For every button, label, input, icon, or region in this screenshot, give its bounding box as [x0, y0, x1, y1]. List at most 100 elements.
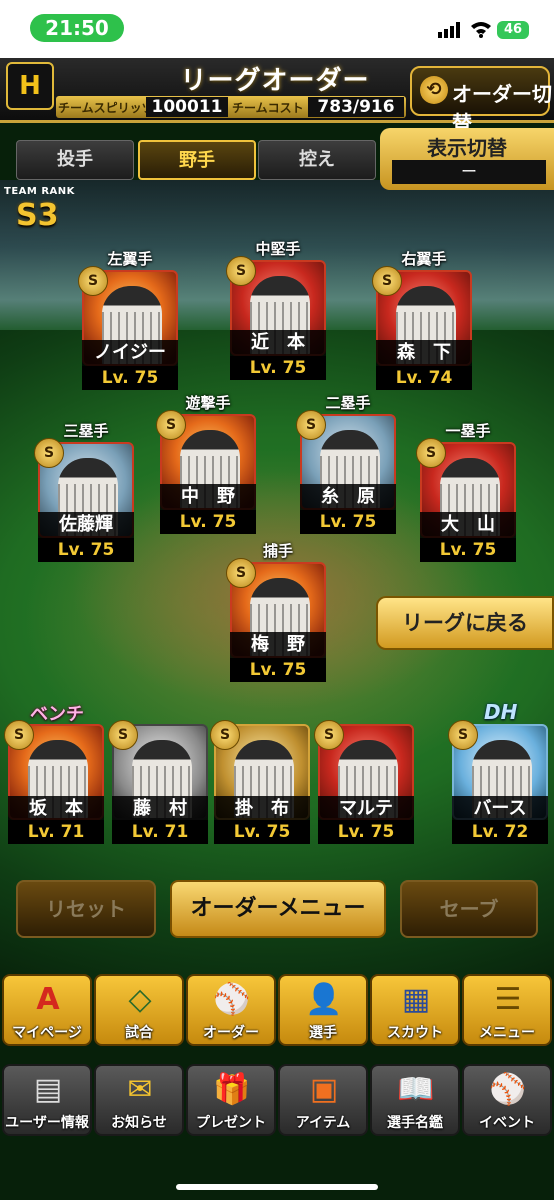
player-level: Lv. 74 [376, 366, 472, 390]
player-directory-icon: 📖 [397, 1072, 435, 1107]
player-name: 坂 本 [8, 796, 104, 822]
nav-scout[interactable]: ▦ スカウト [370, 974, 460, 1046]
rank-badge-icon: S [448, 720, 478, 750]
rank-badge-icon: S [372, 266, 402, 296]
nav-label: プレゼント [196, 1115, 266, 1131]
nav-label: 試合 [125, 1025, 153, 1041]
player-card-catcher[interactable]: 捕手 S 梅 野 Lv. 75 [226, 540, 326, 682]
user-info-icon: ▤ [33, 1072, 63, 1107]
bench-card[interactable]: S 藤 村 Lv. 71 [108, 720, 208, 844]
player-card-third-base[interactable]: 三塁手 S 佐藤輝 Lv. 75 [34, 420, 134, 562]
player-level: Lv. 71 [8, 820, 104, 844]
team-spirit-value: 100011 [146, 97, 228, 117]
nav-label: 選手名鑑 [387, 1115, 443, 1131]
nav-player-directory[interactable]: 📖 選手名鑑 [370, 1064, 460, 1136]
clock: 21:50 [30, 14, 124, 42]
scout-card-icon: ▦ [401, 982, 431, 1017]
nav-items[interactable]: ▣ アイテム [278, 1064, 368, 1136]
player-card-right-field[interactable]: 右翼手 S 森 下 Lv. 74 [372, 248, 472, 390]
menu-icon: ☰ [494, 982, 522, 1017]
nav-label: イベント [479, 1115, 535, 1131]
player-name: 中 野 [160, 484, 256, 510]
news-icon: ✉ [127, 1072, 153, 1107]
nav-match[interactable]: ◇ 試合 [94, 974, 184, 1046]
player-level: Lv. 71 [112, 820, 208, 844]
player-card-first-base[interactable]: 一塁手 S 大 山 Lv. 75 [416, 420, 516, 562]
nav-user-info[interactable]: ▤ ユーザー情報 [2, 1064, 92, 1136]
switch-arrows-icon: ⟲ [420, 76, 448, 104]
player-name: 糸 原 [300, 484, 396, 510]
nav-order[interactable]: ⚾ オーダー [186, 974, 276, 1046]
nav-label: マイページ [12, 1025, 82, 1041]
player-level: Lv. 75 [230, 658, 326, 682]
nav-players[interactable]: 👤 選手 [278, 974, 368, 1046]
order-menu-button[interactable]: オーダーメニュー [170, 880, 386, 938]
player-card-center-field[interactable]: 中堅手 S 近 本 Lv. 75 [226, 238, 326, 380]
wifi-icon [471, 22, 491, 38]
team-cost-label: チームコスト [232, 101, 304, 115]
rank-badge-icon: S [108, 720, 138, 750]
team-spirit-label: チームスピリッツ [58, 101, 154, 115]
reset-button[interactable]: リセット [16, 880, 156, 938]
rank-badge-icon: S [416, 438, 446, 468]
player-name: 近 本 [230, 330, 326, 356]
rank-badge-icon: S [78, 266, 108, 296]
view-switch-label: 表示切替 [427, 136, 507, 160]
back-to-league-button[interactable]: リーグに戻る [376, 596, 554, 650]
player-level: Lv. 75 [82, 366, 178, 390]
player-name: 掛 布 [214, 796, 310, 822]
nav-label: お知らせ [111, 1115, 167, 1131]
tab-pitcher[interactable]: 投手 [16, 140, 134, 180]
home-indicator[interactable] [176, 1184, 378, 1190]
player-card-second-base[interactable]: 二塁手 S 糸 原 Lv. 75 [296, 392, 396, 534]
item-icon: ▣ [309, 1072, 339, 1107]
team-rank-label: TEAM RANK [4, 186, 75, 197]
team-logo-icon: H [6, 62, 54, 110]
rank-badge-icon: S [296, 410, 326, 440]
match-field-icon: ◇ [128, 982, 152, 1017]
rank-badge-icon: S [314, 720, 344, 750]
tab-reserve[interactable]: 控え [258, 140, 376, 180]
nav-my-page[interactable]: A マイページ [2, 974, 92, 1046]
player-name: 大 山 [420, 512, 516, 538]
save-button[interactable]: セーブ [400, 880, 538, 938]
battery-indicator: 46 [497, 21, 529, 39]
player-name: 梅 野 [230, 632, 326, 658]
bench-card[interactable]: S マルテ Lv. 75 [314, 720, 414, 844]
bench-card[interactable]: S 掛 布 Lv. 75 [210, 720, 310, 844]
team-rank-value: S3 [16, 198, 59, 233]
player-name: 佐藤輝 [38, 512, 134, 538]
nav-label: アイテム [295, 1115, 351, 1131]
present-icon: 🎁 [213, 1072, 251, 1107]
bench-card[interactable]: S 坂 本 Lv. 71 [4, 720, 104, 844]
nav-label: メニュー [479, 1025, 535, 1041]
rank-badge-icon: S [4, 720, 34, 750]
signal-icon [438, 22, 460, 38]
tab-fielder[interactable]: 野手 [138, 140, 256, 180]
rank-badge-icon: S [210, 720, 240, 750]
nav-present[interactable]: 🎁 プレゼント [186, 1064, 276, 1136]
player-card-shortstop[interactable]: 遊撃手 S 中 野 Lv. 75 [156, 392, 256, 534]
player-level: Lv. 75 [420, 538, 516, 562]
player-name: 藤 村 [112, 796, 208, 822]
player-card-left-field[interactable]: 左翼手 S ノイジー Lv. 75 [78, 248, 178, 390]
player-level: Lv. 75 [38, 538, 134, 562]
nav-label: 選手 [309, 1025, 337, 1041]
rank-badge-icon: S [226, 256, 256, 286]
dh-card[interactable]: S バース Lv. 72 [448, 720, 548, 844]
player-level: Lv. 75 [300, 510, 396, 534]
player-name: マルテ [318, 796, 414, 822]
player-level: Lv. 75 [214, 820, 310, 844]
nav-event[interactable]: ⚾ イベント [462, 1064, 552, 1136]
nav-label: オーダー [203, 1025, 259, 1041]
rank-badge-icon: S [156, 410, 186, 440]
nav-news[interactable]: ✉ お知らせ [94, 1064, 184, 1136]
player-name: ノイジー [82, 340, 178, 366]
nav-label: スカウト [387, 1025, 443, 1041]
rank-badge-icon: S [34, 438, 64, 468]
team-cost-value: 783/916 [308, 97, 404, 117]
player-icon: 👤 [305, 982, 343, 1017]
nav-menu[interactable]: ☰ メニュー [462, 974, 552, 1046]
nav-label: ユーザー情報 [5, 1115, 89, 1131]
player-level: Lv. 75 [318, 820, 414, 844]
